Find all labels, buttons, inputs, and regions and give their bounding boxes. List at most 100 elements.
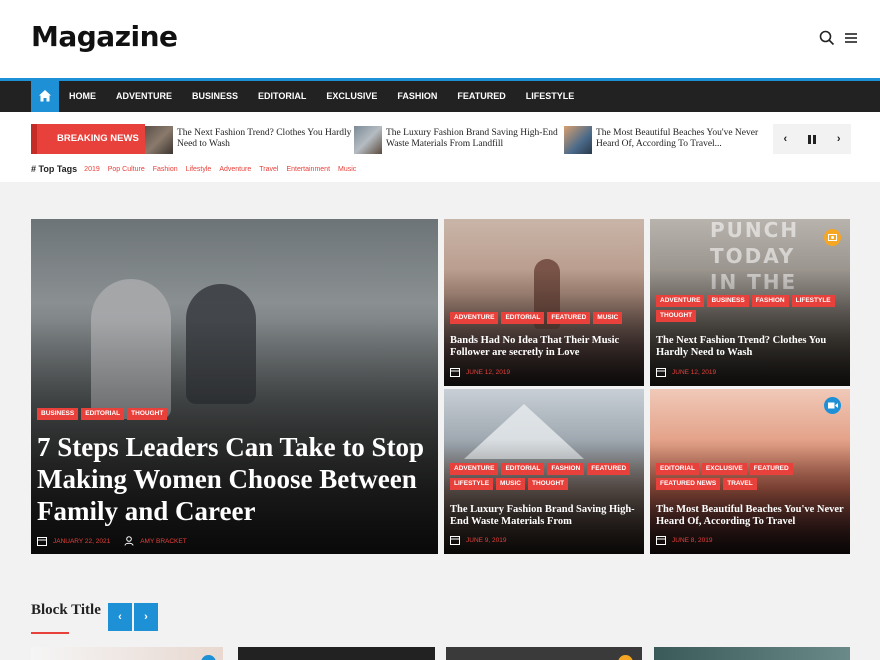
top-tags-title: # Top Tags	[31, 164, 78, 174]
category-list: ADVENTURE EDITORIAL FEATURED MUSIC	[450, 312, 640, 324]
site-logo[interactable]: Magazine	[31, 20, 178, 53]
category-badge[interactable]: EDITORIAL	[501, 312, 545, 324]
nav-item-adventure[interactable]: ADVENTURE	[106, 81, 182, 112]
tag-link[interactable]: 2019	[84, 166, 100, 173]
post-date: JANUARY 22, 2021	[53, 537, 111, 545]
featured-card-title[interactable]: Bands Had No Idea That Their Music Follo…	[450, 335, 638, 359]
tag-link[interactable]: Music	[338, 166, 356, 173]
top-tags: # Top Tags 2019 Pop Culture Fashion Life…	[31, 164, 364, 174]
calendar-icon	[37, 537, 47, 546]
category-badge[interactable]: EXCLUSIVE	[701, 463, 747, 475]
pause-icon[interactable]	[807, 134, 816, 144]
category-badge[interactable]: MUSIC	[593, 312, 623, 324]
block-post-card[interactable]	[238, 647, 435, 660]
nav-item-featured[interactable]: FEATURED	[447, 81, 515, 112]
calendar-icon	[450, 536, 460, 545]
post-author[interactable]: AMY BRACKET	[140, 538, 186, 545]
nav-item-home[interactable]: HOME	[59, 81, 106, 112]
search-icon[interactable]	[819, 30, 835, 46]
category-badge[interactable]: FEATURED	[587, 463, 631, 475]
featured-card[interactable]: ADVENTURE EDITORIAL FEATURED MUSIC Bands…	[444, 219, 644, 386]
category-badge[interactable]: THOUGHT	[656, 310, 697, 322]
post-meta: JUNE 9, 2019	[450, 535, 506, 545]
category-badge[interactable]: FEATURED	[749, 463, 793, 475]
tag-link[interactable]: Lifestyle	[186, 166, 212, 173]
block-post-card[interactable]	[446, 647, 642, 660]
category-badge[interactable]: FEATURED	[547, 312, 591, 324]
post-meta: JUNE 12, 2019	[450, 367, 510, 377]
nav-item-editorial[interactable]: EDITORIAL	[248, 81, 316, 112]
calendar-icon	[450, 368, 460, 377]
breaking-news-thumbnail	[564, 126, 592, 154]
category-badge[interactable]: BUSINESS	[37, 408, 79, 420]
featured-card[interactable]: ADVENTURE EDITORIAL FASHION FEATURED LIF…	[444, 389, 644, 554]
tag-link[interactable]: Adventure	[219, 166, 251, 173]
category-badge[interactable]: LIFESTYLE	[450, 478, 494, 490]
category-badge[interactable]: LIFESTYLE	[791, 295, 835, 307]
category-badge[interactable]: MUSIC	[496, 478, 525, 490]
category-badge[interactable]: EDITORIAL	[656, 463, 699, 475]
post-date: JUNE 8, 2019	[672, 536, 713, 544]
featured-card-title[interactable]: The Most Beautiful Beaches You've Never …	[656, 504, 844, 528]
featured-main-title[interactable]: 7 Steps Leaders Can Take to Stop Making …	[37, 431, 427, 527]
block-post-card[interactable]	[31, 647, 223, 660]
post-date: JUNE 12, 2019	[466, 368, 511, 376]
category-badge[interactable]: FASHION	[547, 463, 585, 475]
category-badge[interactable]: FEATURED NEWS	[656, 478, 721, 490]
block-title-underline	[31, 632, 69, 634]
category-badge[interactable]: ADVENTURE	[656, 295, 705, 307]
tag-link[interactable]: Travel	[259, 166, 278, 173]
breaking-news-item[interactable]: The Most Beautiful Beaches You've Never …	[564, 126, 771, 154]
category-badge[interactable]: THOUGHT	[527, 478, 569, 490]
featured-main-card[interactable]: BUSINESS EDITORIAL THOUGHT 7 Steps Leade…	[31, 219, 438, 554]
block-next-button[interactable]: ›	[134, 603, 158, 631]
block-prev-button[interactable]: ‹	[108, 603, 132, 631]
block-post-card[interactable]	[654, 647, 850, 660]
breaking-news-controls: ‹ ›	[773, 124, 851, 154]
video-icon	[824, 397, 841, 414]
category-badge[interactable]: TRAVEL	[723, 478, 757, 490]
category-badge[interactable]: THOUGHT	[127, 408, 168, 420]
category-badge[interactable]: FASHION	[751, 295, 789, 307]
post-meta: JUNE 8, 2019	[656, 535, 712, 545]
featured-card-title[interactable]: The Next Fashion Trend? Clothes You Hard…	[656, 335, 844, 359]
nav-item-business[interactable]: BUSINESS	[182, 81, 248, 112]
category-list: ADVENTURE BUSINESS FASHION LIFESTYLE THO…	[656, 295, 846, 322]
tag-link[interactable]: Entertainment	[286, 166, 330, 173]
breaking-news-bar: BREAKING NEWS The Next Fashion Trend? Cl…	[0, 112, 880, 182]
video-icon	[201, 655, 216, 660]
category-badge[interactable]: BUSINESS	[707, 295, 749, 307]
tag-link[interactable]: Pop Culture	[108, 166, 145, 173]
post-meta: JUNE 12, 2019	[656, 367, 716, 377]
featured-card[interactable]: EDITORIAL EXCLUSIVE FEATURED FEATURED NE…	[650, 389, 850, 554]
category-badge[interactable]: ADVENTURE	[450, 312, 499, 324]
nav-home-button[interactable]	[31, 81, 59, 112]
chevron-right-icon[interactable]: ›	[837, 133, 841, 145]
breaking-news-thumbnail	[354, 126, 382, 154]
category-badge[interactable]: EDITORIAL	[501, 463, 545, 475]
category-badge[interactable]: ADVENTURE	[450, 463, 499, 475]
post-date: JUNE 12, 2019	[672, 368, 717, 376]
tag-link[interactable]: Fashion	[153, 166, 178, 173]
category-list: EDITORIAL EXCLUSIVE FEATURED FEATURED NE…	[656, 463, 846, 490]
calendar-icon	[656, 536, 666, 545]
nav-item-exclusive[interactable]: EXCLUSIVE	[316, 81, 387, 112]
post-date: JUNE 9, 2019	[466, 536, 507, 544]
breaking-news-thumbnail	[145, 126, 173, 154]
featured-card-title[interactable]: The Luxury Fashion Brand Saving High-End…	[450, 504, 638, 528]
breaking-news-text: The Next Fashion Trend? Clothes You Hard…	[177, 128, 352, 149]
breaking-news-label: BREAKING NEWS	[31, 124, 145, 154]
menu-icon[interactable]	[843, 30, 859, 46]
category-list: BUSINESS EDITORIAL THOUGHT	[37, 408, 168, 420]
category-badge[interactable]: EDITORIAL	[81, 408, 125, 420]
breaking-news-text: The Most Beautiful Beaches You've Never …	[596, 128, 759, 149]
category-list: ADVENTURE EDITORIAL FASHION FEATURED LIF…	[450, 463, 640, 490]
breaking-news-item[interactable]: The Next Fashion Trend? Clothes You Hard…	[145, 126, 352, 154]
home-icon	[39, 90, 51, 102]
breaking-news-item[interactable]: The Luxury Fashion Brand Saving High-End…	[354, 126, 559, 154]
featured-card[interactable]: PUNCHTODAYIN THE ADVENTURE BUSINESS FASH…	[650, 219, 850, 386]
chevron-left-icon[interactable]: ‹	[783, 133, 787, 145]
nav-item-fashion[interactable]: FASHION	[387, 81, 447, 112]
gallery-icon	[618, 655, 633, 660]
nav-item-lifestyle[interactable]: LIFESTYLE	[516, 81, 585, 112]
